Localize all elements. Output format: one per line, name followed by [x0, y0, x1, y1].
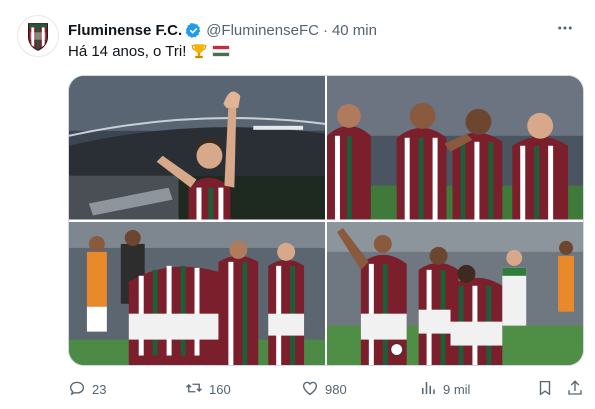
photo-team-hug[interactable]	[327, 76, 583, 220]
retweet-count: 160	[209, 381, 231, 397]
retweet-icon	[185, 379, 203, 400]
share-icon	[566, 379, 584, 400]
tweet-text-content: Há 14 anos, o Tri!	[68, 42, 187, 60]
author-handle[interactable]: @FluminenseFC	[206, 22, 319, 39]
retweet-button[interactable]: 160	[185, 378, 231, 400]
tweet-actions: 23 160 980 9 mil	[68, 378, 584, 400]
separator-dot: ·	[322, 21, 328, 39]
hungary-flag-icon	[212, 42, 230, 60]
tweet-time[interactable]: 40 min	[332, 22, 377, 39]
reply-count: 23	[92, 381, 107, 397]
bookmark-icon	[536, 379, 554, 400]
media-grid	[68, 75, 584, 366]
views-button[interactable]: 9 mil	[419, 378, 470, 400]
views-count: 9 mil	[443, 381, 471, 397]
trophy-icon	[190, 42, 208, 60]
verified-icon	[185, 22, 202, 39]
photo-players-celebrating[interactable]	[327, 221, 583, 365]
author-name[interactable]: Fluminense F.C.	[68, 22, 182, 39]
avatar[interactable]	[17, 15, 59, 57]
more-icon[interactable]	[555, 18, 575, 38]
like-icon	[301, 379, 319, 400]
tweet-header: Fluminense F.C. @FluminenseFC · 40 min	[68, 20, 575, 40]
bookmark-button[interactable]	[536, 378, 554, 400]
tweet-text: Há 14 anos, o Tri!	[68, 42, 230, 60]
like-count: 980	[325, 381, 347, 397]
tweet-card[interactable]: Fluminense F.C. @FluminenseFC · 40 min H…	[0, 0, 595, 409]
fluminense-crest-icon	[18, 16, 58, 56]
reply-icon	[68, 379, 86, 400]
like-button[interactable]: 980	[301, 378, 347, 400]
photo-group-huddle[interactable]	[69, 221, 325, 365]
photo-player-waving[interactable]	[69, 76, 325, 220]
views-icon	[419, 379, 437, 400]
share-button[interactable]	[566, 378, 584, 400]
reply-button[interactable]: 23	[68, 378, 106, 400]
